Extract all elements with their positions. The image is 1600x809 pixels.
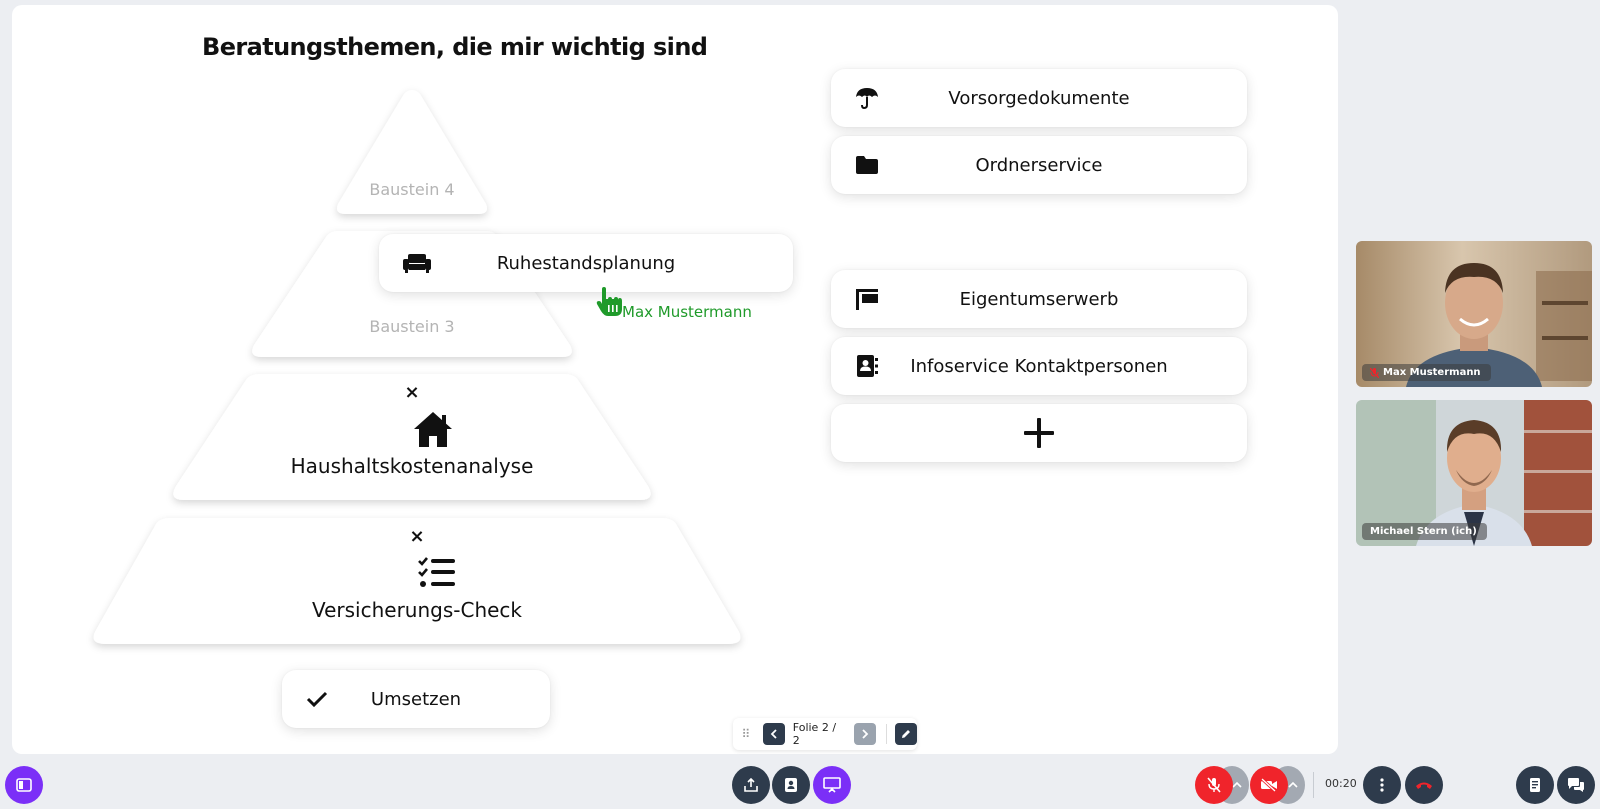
add-topic-button[interactable] <box>831 404 1247 462</box>
sidebar-icon <box>16 778 32 792</box>
presentation-icon <box>823 777 841 793</box>
participant-video-self[interactable]: Michael Stern (ich) <box>1356 400 1592 546</box>
chevron-right-icon <box>862 729 869 739</box>
hang-up-button[interactable] <box>1405 766 1443 804</box>
notes-button[interactable] <box>1516 766 1554 804</box>
divider <box>886 724 888 744</box>
pyramid-level-2[interactable]: × Haushaltskostenanalyse <box>162 374 662 511</box>
slide-navigation: ⠿ Folie 2 / 2 <box>733 718 917 750</box>
folder-icon <box>855 155 879 175</box>
participant-name-tag: Michael Stern (ich) <box>1362 523 1487 540</box>
pencil-icon <box>902 730 911 738</box>
chevron-up-icon <box>1288 781 1298 788</box>
upload-share-icon <box>744 777 758 792</box>
topic-card-ordnerservice[interactable]: Ordnerservice <box>831 136 1247 194</box>
drag-handle-icon[interactable]: ⠿ <box>737 727 755 741</box>
mic-muted-icon <box>1370 367 1379 378</box>
call-timer: 00:20 <box>1325 777 1357 790</box>
topic-label: Infoservice Kontaktpersonen <box>910 355 1168 377</box>
remove-level-1-button[interactable]: × <box>409 526 424 547</box>
contact-book-icon <box>855 354 879 378</box>
toggle-sidebar-button[interactable] <box>5 766 43 804</box>
pyramid-base-card[interactable]: Umsetzen <box>282 670 550 728</box>
previous-slide-button[interactable] <box>762 723 785 745</box>
pyramid-level-1-label: Versicherungs-Check <box>311 598 523 622</box>
more-options-button[interactable] <box>1363 766 1401 804</box>
mic-off-icon <box>1207 777 1221 793</box>
dragged-topic-card[interactable]: Ruhestandsplanung <box>379 234 793 292</box>
remote-hand-cursor-icon <box>596 287 622 321</box>
contact-card-icon <box>785 778 797 792</box>
next-slide-button[interactable] <box>854 723 877 745</box>
topic-label: Ordnerservice <box>975 154 1103 176</box>
remove-level-2-button[interactable]: × <box>404 382 419 403</box>
contact-card-button[interactable] <box>772 766 810 804</box>
topic-label: Vorsorgedokumente <box>948 87 1130 109</box>
dragged-topic-label: Ruhestandsplanung <box>496 252 676 274</box>
edit-slide-button[interactable] <box>895 723 917 745</box>
topic-card-infoservice-kontaktpersonen[interactable]: Infoservice Kontaktpersonen <box>831 337 1247 395</box>
chevron-left-icon <box>770 729 777 739</box>
presentation-button[interactable] <box>813 766 851 804</box>
camera-off-icon <box>1260 778 1277 792</box>
chevron-up-icon <box>1232 781 1242 788</box>
pyramid-level-2-label: Haushaltskostenanalyse <box>290 454 534 478</box>
participant-name-tag: Max Mustermann <box>1362 364 1491 381</box>
participant-name: Michael Stern (ich) <box>1370 526 1477 537</box>
pyramid-level-1[interactable]: × Versicherungs-Check <box>86 518 748 656</box>
more-vertical-icon <box>1380 778 1384 792</box>
document-icon <box>1530 778 1540 792</box>
topic-card-vorsorgedokumente[interactable]: Vorsorgedokumente <box>831 69 1247 127</box>
sofa-icon <box>403 253 431 273</box>
umbrella-icon <box>855 87 879 109</box>
plus-icon <box>1023 417 1055 449</box>
remote-cursor-name: Max Mustermann <box>622 303 752 321</box>
pyramid-shape <box>337 90 487 214</box>
participant-video-max[interactable]: Max Mustermann <box>1356 241 1592 387</box>
chat-icon <box>1568 778 1584 792</box>
chat-button[interactable] <box>1557 766 1595 804</box>
divider <box>1313 772 1314 798</box>
camera-toggle-button[interactable] <box>1250 766 1288 804</box>
microphone-toggle-button[interactable] <box>1195 766 1233 804</box>
presentation-slide: Beratungsthemen, die mir wichtig sind Ba… <box>12 5 1338 754</box>
hang-up-icon <box>1416 782 1432 789</box>
pyramid-level-3-label: Baustein 3 <box>369 317 455 336</box>
flag-sign-icon <box>855 288 879 310</box>
share-button[interactable] <box>732 766 770 804</box>
check-icon <box>306 690 328 708</box>
pyramid-level-4-label: Baustein 4 <box>369 180 455 199</box>
participant-name: Max Mustermann <box>1383 367 1481 378</box>
slide-counter: Folie 2 / 2 <box>792 721 837 747</box>
pyramid-level-4[interactable]: Baustein 4 <box>326 88 498 222</box>
topic-label: Eigentumserwerb <box>959 288 1119 310</box>
slide-title: Beratungsthemen, die mir wichtig sind <box>202 33 708 61</box>
topic-card-eigentumserwerb[interactable]: Eigentumserwerb <box>831 270 1247 328</box>
